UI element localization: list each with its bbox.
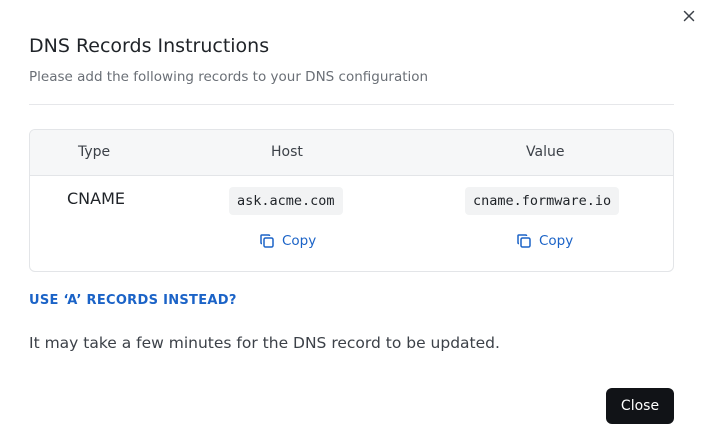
column-header-value: Value — [526, 144, 565, 160]
divider — [29, 104, 674, 105]
table-header: Type Host Value — [30, 130, 673, 176]
copy-icon — [516, 233, 532, 249]
copy-value-label: Copy — [539, 233, 574, 249]
dns-records-table: Type Host Value CNAME ask.acme.com cname… — [29, 129, 674, 272]
copy-icon — [259, 233, 275, 249]
close-button[interactable]: Close — [606, 388, 674, 424]
record-value: cname.formware.io — [465, 187, 620, 215]
dialog-subtitle: Please add the following records to your… — [29, 69, 429, 85]
dns-records-dialog: DNS Records Instructions Please add the … — [0, 0, 704, 433]
copy-host-label: Copy — [282, 233, 317, 249]
host-value: ask.acme.com — [229, 187, 343, 215]
column-header-host: Host — [271, 144, 303, 160]
dialog-title: DNS Records Instructions — [29, 35, 270, 57]
copy-host-button[interactable]: Copy — [259, 230, 316, 252]
copy-value-button[interactable]: Copy — [516, 230, 573, 252]
column-header-type: Type — [78, 144, 111, 160]
close-icon[interactable] — [680, 7, 698, 25]
record-type: CNAME — [67, 189, 125, 208]
use-a-records-link[interactable]: USE ‘A’ RECORDS INSTEAD? — [29, 292, 237, 310]
propagation-note: It may take a few minutes for the DNS re… — [29, 334, 500, 352]
